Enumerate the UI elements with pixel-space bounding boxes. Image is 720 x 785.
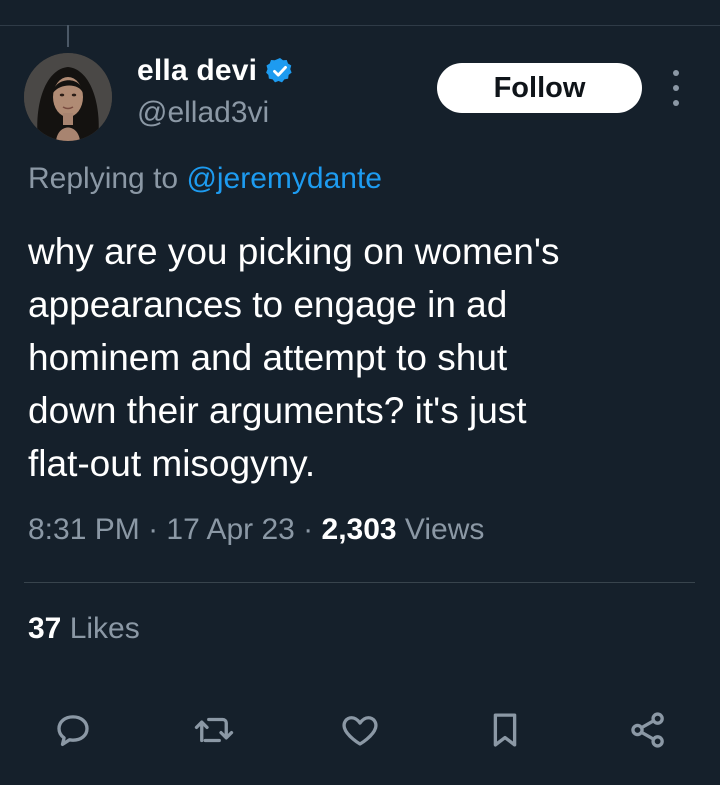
top-divider — [0, 25, 720, 26]
more-dot-icon — [673, 70, 679, 76]
avatar-image — [24, 53, 112, 141]
author-display-name[interactable]: ella devi — [137, 54, 257, 88]
tweet-time[interactable]: 8:31 PM — [28, 513, 140, 546]
author-handle[interactable]: @ellad3vi — [137, 96, 269, 130]
more-dot-icon — [673, 85, 679, 91]
meta-separator: · — [139, 513, 167, 546]
avatar[interactable] — [24, 53, 112, 141]
like-button[interactable] — [335, 705, 385, 755]
share-icon — [631, 712, 664, 748]
follow-button[interactable]: Follow — [437, 63, 642, 113]
verified-badge-icon[interactable] — [265, 56, 295, 86]
replying-to-label: Replying to — [28, 162, 187, 195]
bookmark-icon — [493, 713, 517, 747]
retweet-button[interactable] — [189, 705, 239, 755]
tweet-meta: 8:31 PM · 17 Apr 23 · 2,303 Views — [28, 513, 484, 547]
likes-stat[interactable]: 37 Likes — [28, 612, 140, 646]
action-bar — [0, 705, 720, 755]
tweet-date[interactable]: 17 Apr 23 — [166, 513, 294, 546]
views-label: Views — [396, 513, 485, 546]
more-dot-icon — [673, 100, 679, 106]
bookmark-button[interactable] — [480, 705, 530, 755]
views-count: 2,303 — [321, 513, 397, 546]
more-options-icon[interactable] — [666, 70, 686, 106]
thread-connector-line — [67, 25, 69, 47]
reply-button[interactable] — [48, 705, 98, 755]
likes-label: Likes — [61, 612, 140, 645]
stats-divider — [24, 582, 695, 583]
retweet-icon — [194, 717, 234, 743]
likes-count: 37 — [28, 612, 62, 645]
like-icon — [342, 716, 378, 746]
tweet-text: why are you picking on women's appearanc… — [28, 231, 560, 484]
reply-icon — [57, 715, 89, 747]
author-name-row: ella devi — [137, 52, 295, 90]
meta-separator: · — [294, 513, 322, 546]
replying-to-mention-link[interactable]: @jeremydante — [186, 162, 382, 195]
share-button[interactable] — [623, 705, 673, 755]
replying-to-line: Replying to @jeremydante — [28, 162, 382, 196]
